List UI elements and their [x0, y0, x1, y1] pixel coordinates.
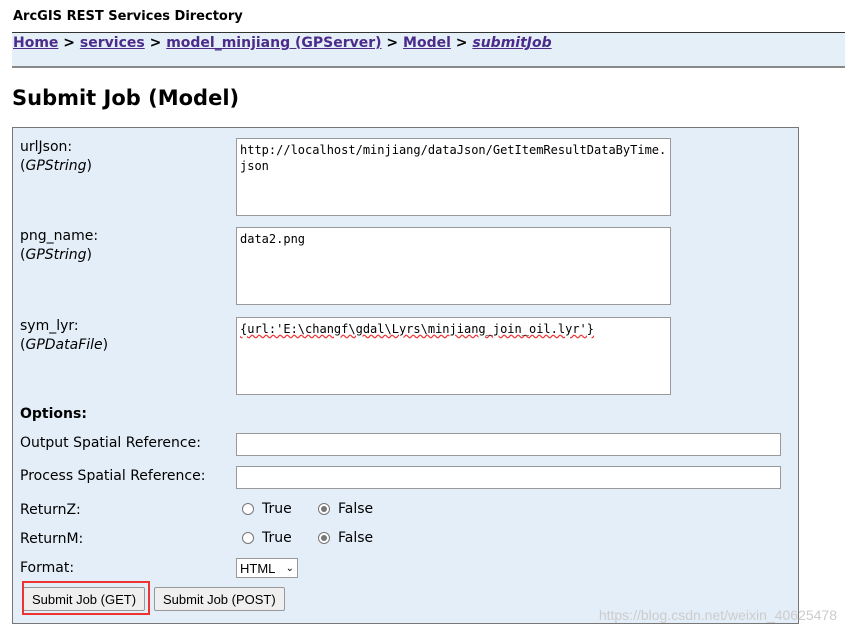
returnm-label: ReturnM:	[20, 531, 84, 547]
radio-circle[interactable]	[318, 532, 330, 544]
radio-circle[interactable]	[242, 503, 254, 515]
options-heading: Options:	[20, 406, 87, 422]
breadcrumb-sep: >	[455, 35, 468, 51]
format-label: Format:	[20, 560, 75, 576]
param-label-png-name: png_name: (GPString)	[20, 228, 99, 263]
radio-label: True	[262, 530, 292, 546]
param-label-urljson: urlJson: (GPString)	[20, 139, 93, 174]
param-label-sym-lyr: sym_lyr: (GPDataFile)	[20, 318, 109, 353]
out-sr-input[interactable]	[236, 433, 781, 456]
breadcrumb-home[interactable]: Home	[13, 35, 58, 51]
highlight-box	[22, 581, 150, 615]
format-select[interactable]: HTML ⌄	[236, 558, 298, 578]
radio-label: False	[338, 501, 374, 517]
returnz-label: ReturnZ:	[20, 502, 81, 518]
submit-post-button[interactable]: Submit Job (POST)	[154, 587, 285, 611]
radio-label: True	[262, 501, 292, 517]
breadcrumb-services[interactable]: services	[80, 35, 145, 51]
out-sr-label: Output Spatial Reference:	[20, 435, 201, 451]
radio-label: False	[338, 530, 374, 546]
breadcrumb-gpserver[interactable]: model_minjiang (GPServer)	[166, 35, 381, 51]
watermark: https://blog.csdn.net/weixin_40625478	[598, 607, 837, 623]
proc-sr-input[interactable]	[236, 466, 781, 489]
sym-lyr-textarea[interactable]: {url:'E:\changf\gdal\Lyrs\minjiang_join_…	[236, 317, 671, 395]
submit-job-form: urlJson: (GPString) http://localhost/minj…	[12, 127, 799, 624]
radio-circle[interactable]	[318, 503, 330, 515]
breadcrumb-sep: >	[63, 35, 76, 51]
breadcrumb-submitjob[interactable]: submitJob	[472, 35, 551, 51]
page-title: Submit Job (Model)	[12, 86, 240, 110]
returnm-true-radio[interactable]: True	[242, 530, 292, 546]
radio-circle[interactable]	[242, 532, 254, 544]
chevron-down-icon: ⌄	[285, 562, 294, 574]
format-value: HTML	[240, 560, 276, 576]
app-title: ArcGIS REST Services Directory	[13, 9, 243, 24]
proc-sr-label: Process Spatial Reference:	[20, 468, 206, 484]
png-name-textarea[interactable]: data2.png	[236, 227, 671, 305]
breadcrumb-model[interactable]: Model	[403, 35, 451, 51]
breadcrumb-sep: >	[149, 35, 162, 51]
breadcrumb-sep: >	[386, 35, 399, 51]
breadcrumb: Home > services > model_minjiang (GPServ…	[12, 32, 845, 68]
urljson-textarea[interactable]: http://localhost/minjiang/dataJson/GetIt…	[236, 138, 671, 216]
returnm-false-radio[interactable]: False	[318, 530, 373, 546]
returnz-false-radio[interactable]: False	[318, 501, 373, 517]
returnz-true-radio[interactable]: True	[242, 501, 292, 517]
